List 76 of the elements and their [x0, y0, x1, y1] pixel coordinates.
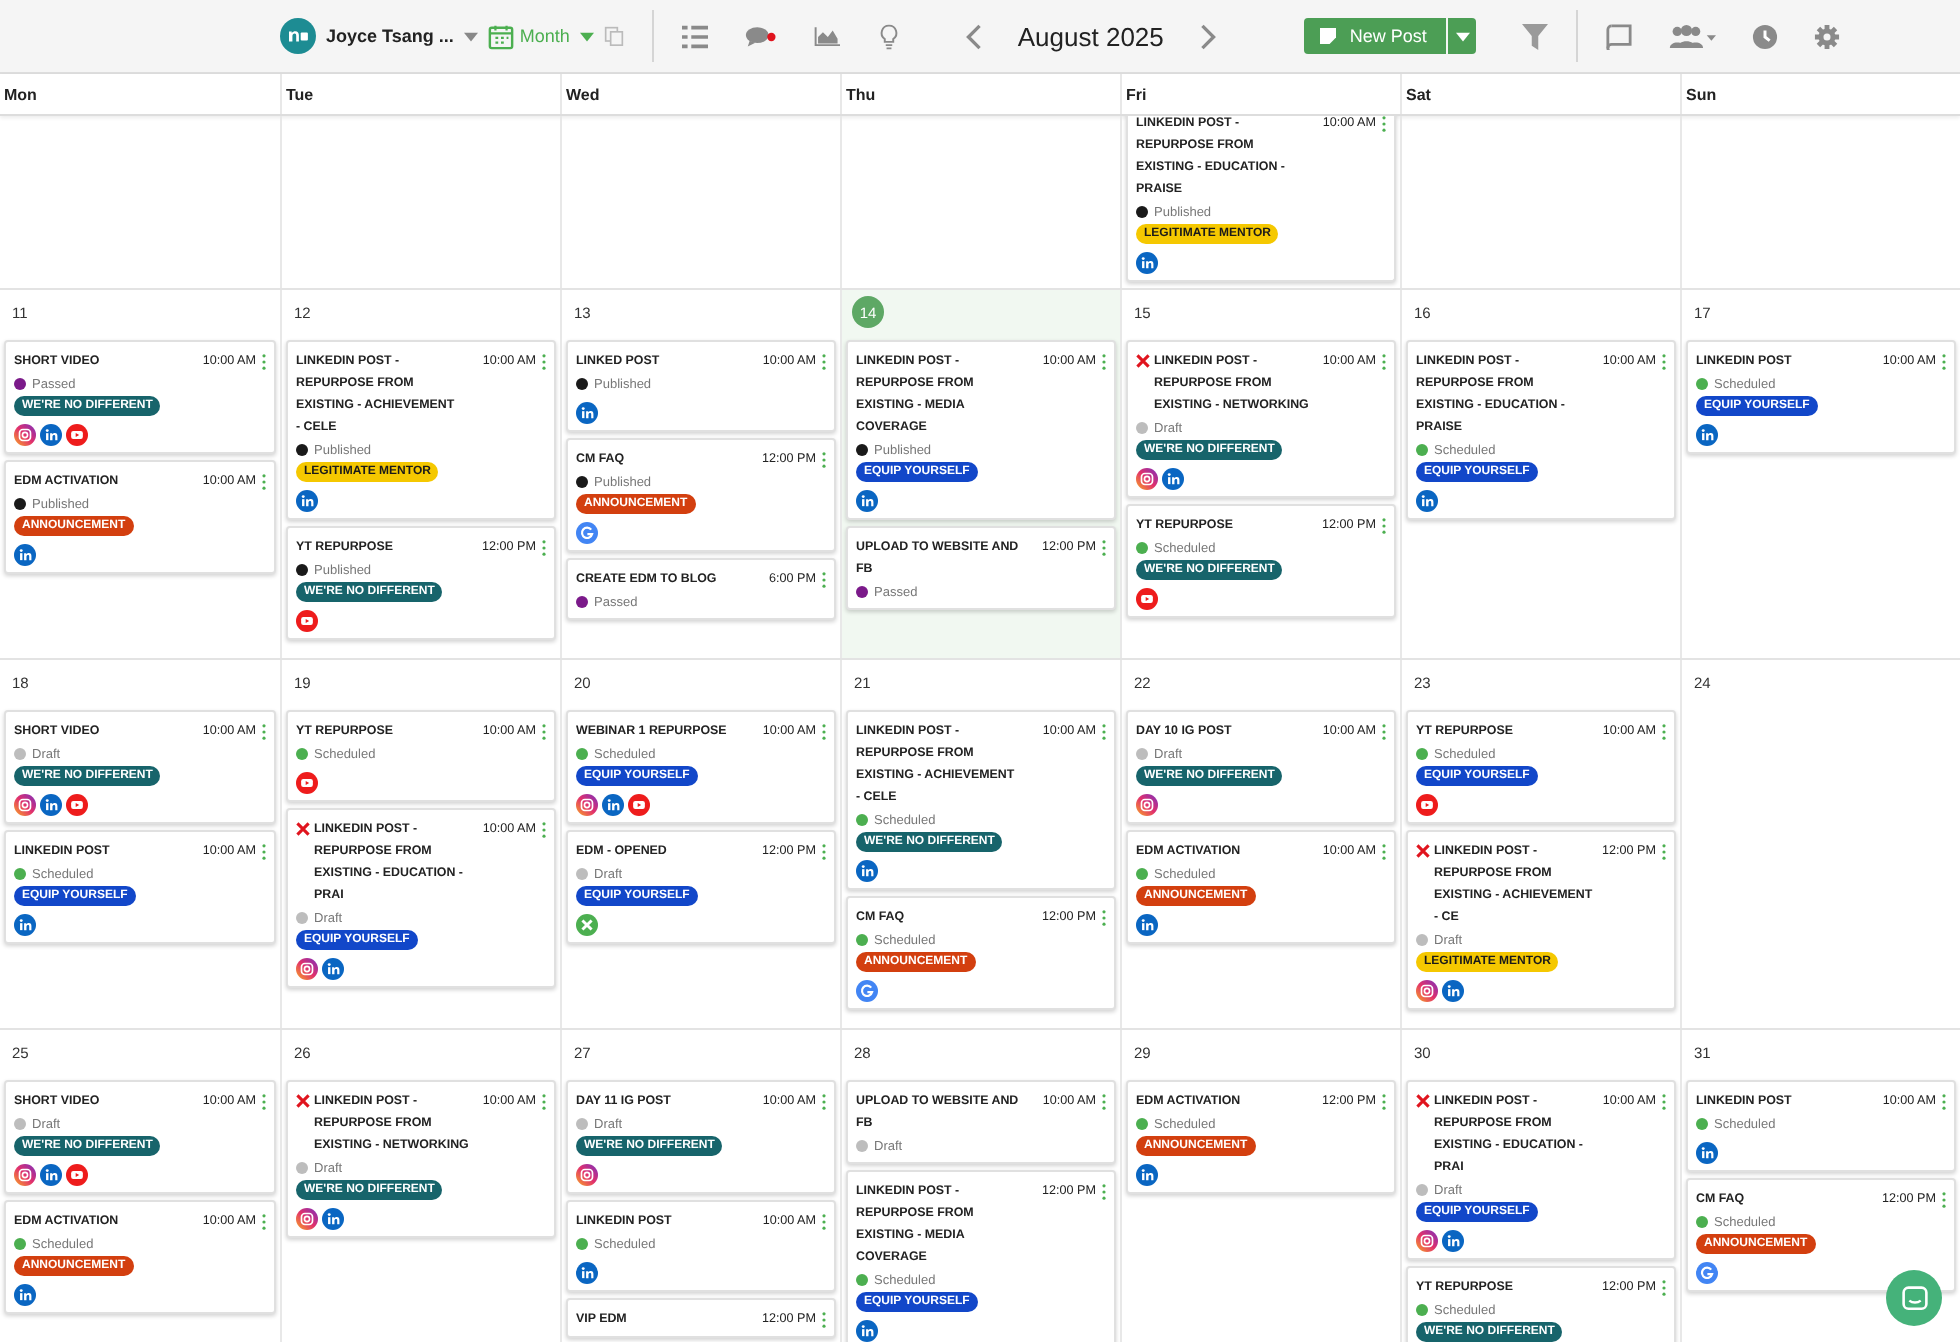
camera-icon — [576, 1164, 598, 1186]
account-name[interactable]: Joyce Tsang ... — [326, 26, 454, 46]
play-icon — [66, 794, 88, 816]
network-icon — [1696, 1142, 1718, 1164]
network-icon — [322, 958, 344, 980]
chat-icon — [1901, 1285, 1927, 1311]
network-icon — [40, 794, 62, 816]
comments-icon[interactable] — [743, 23, 778, 49]
camera-icon — [576, 794, 598, 816]
next-icon[interactable] — [1199, 23, 1216, 49]
network-icon — [1162, 468, 1184, 490]
list-icon[interactable] — [681, 23, 708, 49]
network-icon — [1136, 914, 1158, 936]
camera-icon — [1416, 1230, 1438, 1252]
camera-icon — [14, 1164, 36, 1186]
weekday-label: Fri — [1126, 85, 1147, 103]
note-icon — [1319, 28, 1336, 44]
play-icon — [66, 1164, 88, 1186]
weekday-label: Tue — [286, 85, 314, 103]
network-icon — [322, 1208, 344, 1230]
ring-icon — [576, 522, 598, 544]
copy-icon[interactable] — [603, 26, 624, 46]
dropdown-button[interactable] — [1448, 18, 1477, 54]
weekday-label: Sun — [1686, 85, 1717, 103]
network-icon — [1136, 1164, 1158, 1186]
lightbulb-icon[interactable] — [875, 23, 902, 49]
weekday-label: Sat — [1406, 85, 1431, 103]
network-icon — [1442, 980, 1464, 1002]
chart-icon[interactable] — [813, 23, 840, 49]
month-title: August 2025 — [1017, 21, 1164, 51]
network-icon — [576, 1262, 598, 1284]
network-icon — [1696, 424, 1718, 446]
tool-icon — [576, 914, 598, 936]
network-icon — [40, 1164, 62, 1186]
camera-icon — [296, 958, 318, 980]
network-icon — [1416, 490, 1438, 512]
logo-icon — [280, 18, 316, 54]
weekday-label: Thu — [846, 85, 876, 103]
network-icon — [296, 490, 318, 512]
play-icon — [66, 424, 88, 446]
weekday-label: Mon — [4, 85, 37, 103]
network-icon — [856, 860, 878, 882]
ring-icon — [856, 980, 878, 1002]
camera-icon — [1136, 468, 1158, 490]
play-icon — [628, 794, 650, 816]
network-icon — [1442, 1230, 1464, 1252]
caret-icon[interactable] — [463, 31, 478, 41]
play-icon — [1416, 794, 1438, 816]
previous-icon[interactable] — [965, 23, 982, 49]
camera-icon — [1136, 794, 1158, 816]
camera-icon — [14, 424, 36, 446]
network-icon — [14, 914, 36, 936]
network-icon — [602, 794, 624, 816]
network-icon — [856, 490, 878, 512]
camera-icon — [14, 794, 36, 816]
weekday-label: Wed — [566, 85, 600, 103]
camera-icon — [296, 1208, 318, 1230]
camera-icon — [1416, 980, 1438, 1002]
network-icon — [856, 1320, 878, 1342]
ring-icon — [1696, 1262, 1718, 1284]
play-icon — [296, 772, 318, 794]
chat-button[interactable] — [1886, 1270, 1942, 1326]
play-icon — [1136, 588, 1158, 610]
network-icon — [40, 424, 62, 446]
network-icon — [14, 1284, 36, 1306]
people-icon[interactable] — [1668, 23, 1717, 49]
network-icon — [14, 544, 36, 566]
filter-icon[interactable] — [1522, 23, 1549, 49]
calendar-icon — [487, 23, 514, 49]
play-icon — [296, 610, 318, 632]
settings-icon[interactable] — [1814, 23, 1841, 49]
caret-icon — [1455, 31, 1470, 41]
caret-icon[interactable] — [579, 31, 594, 41]
network-icon — [576, 402, 598, 424]
clock-icon[interactable] — [1752, 23, 1779, 49]
network-icon — [1136, 252, 1158, 274]
